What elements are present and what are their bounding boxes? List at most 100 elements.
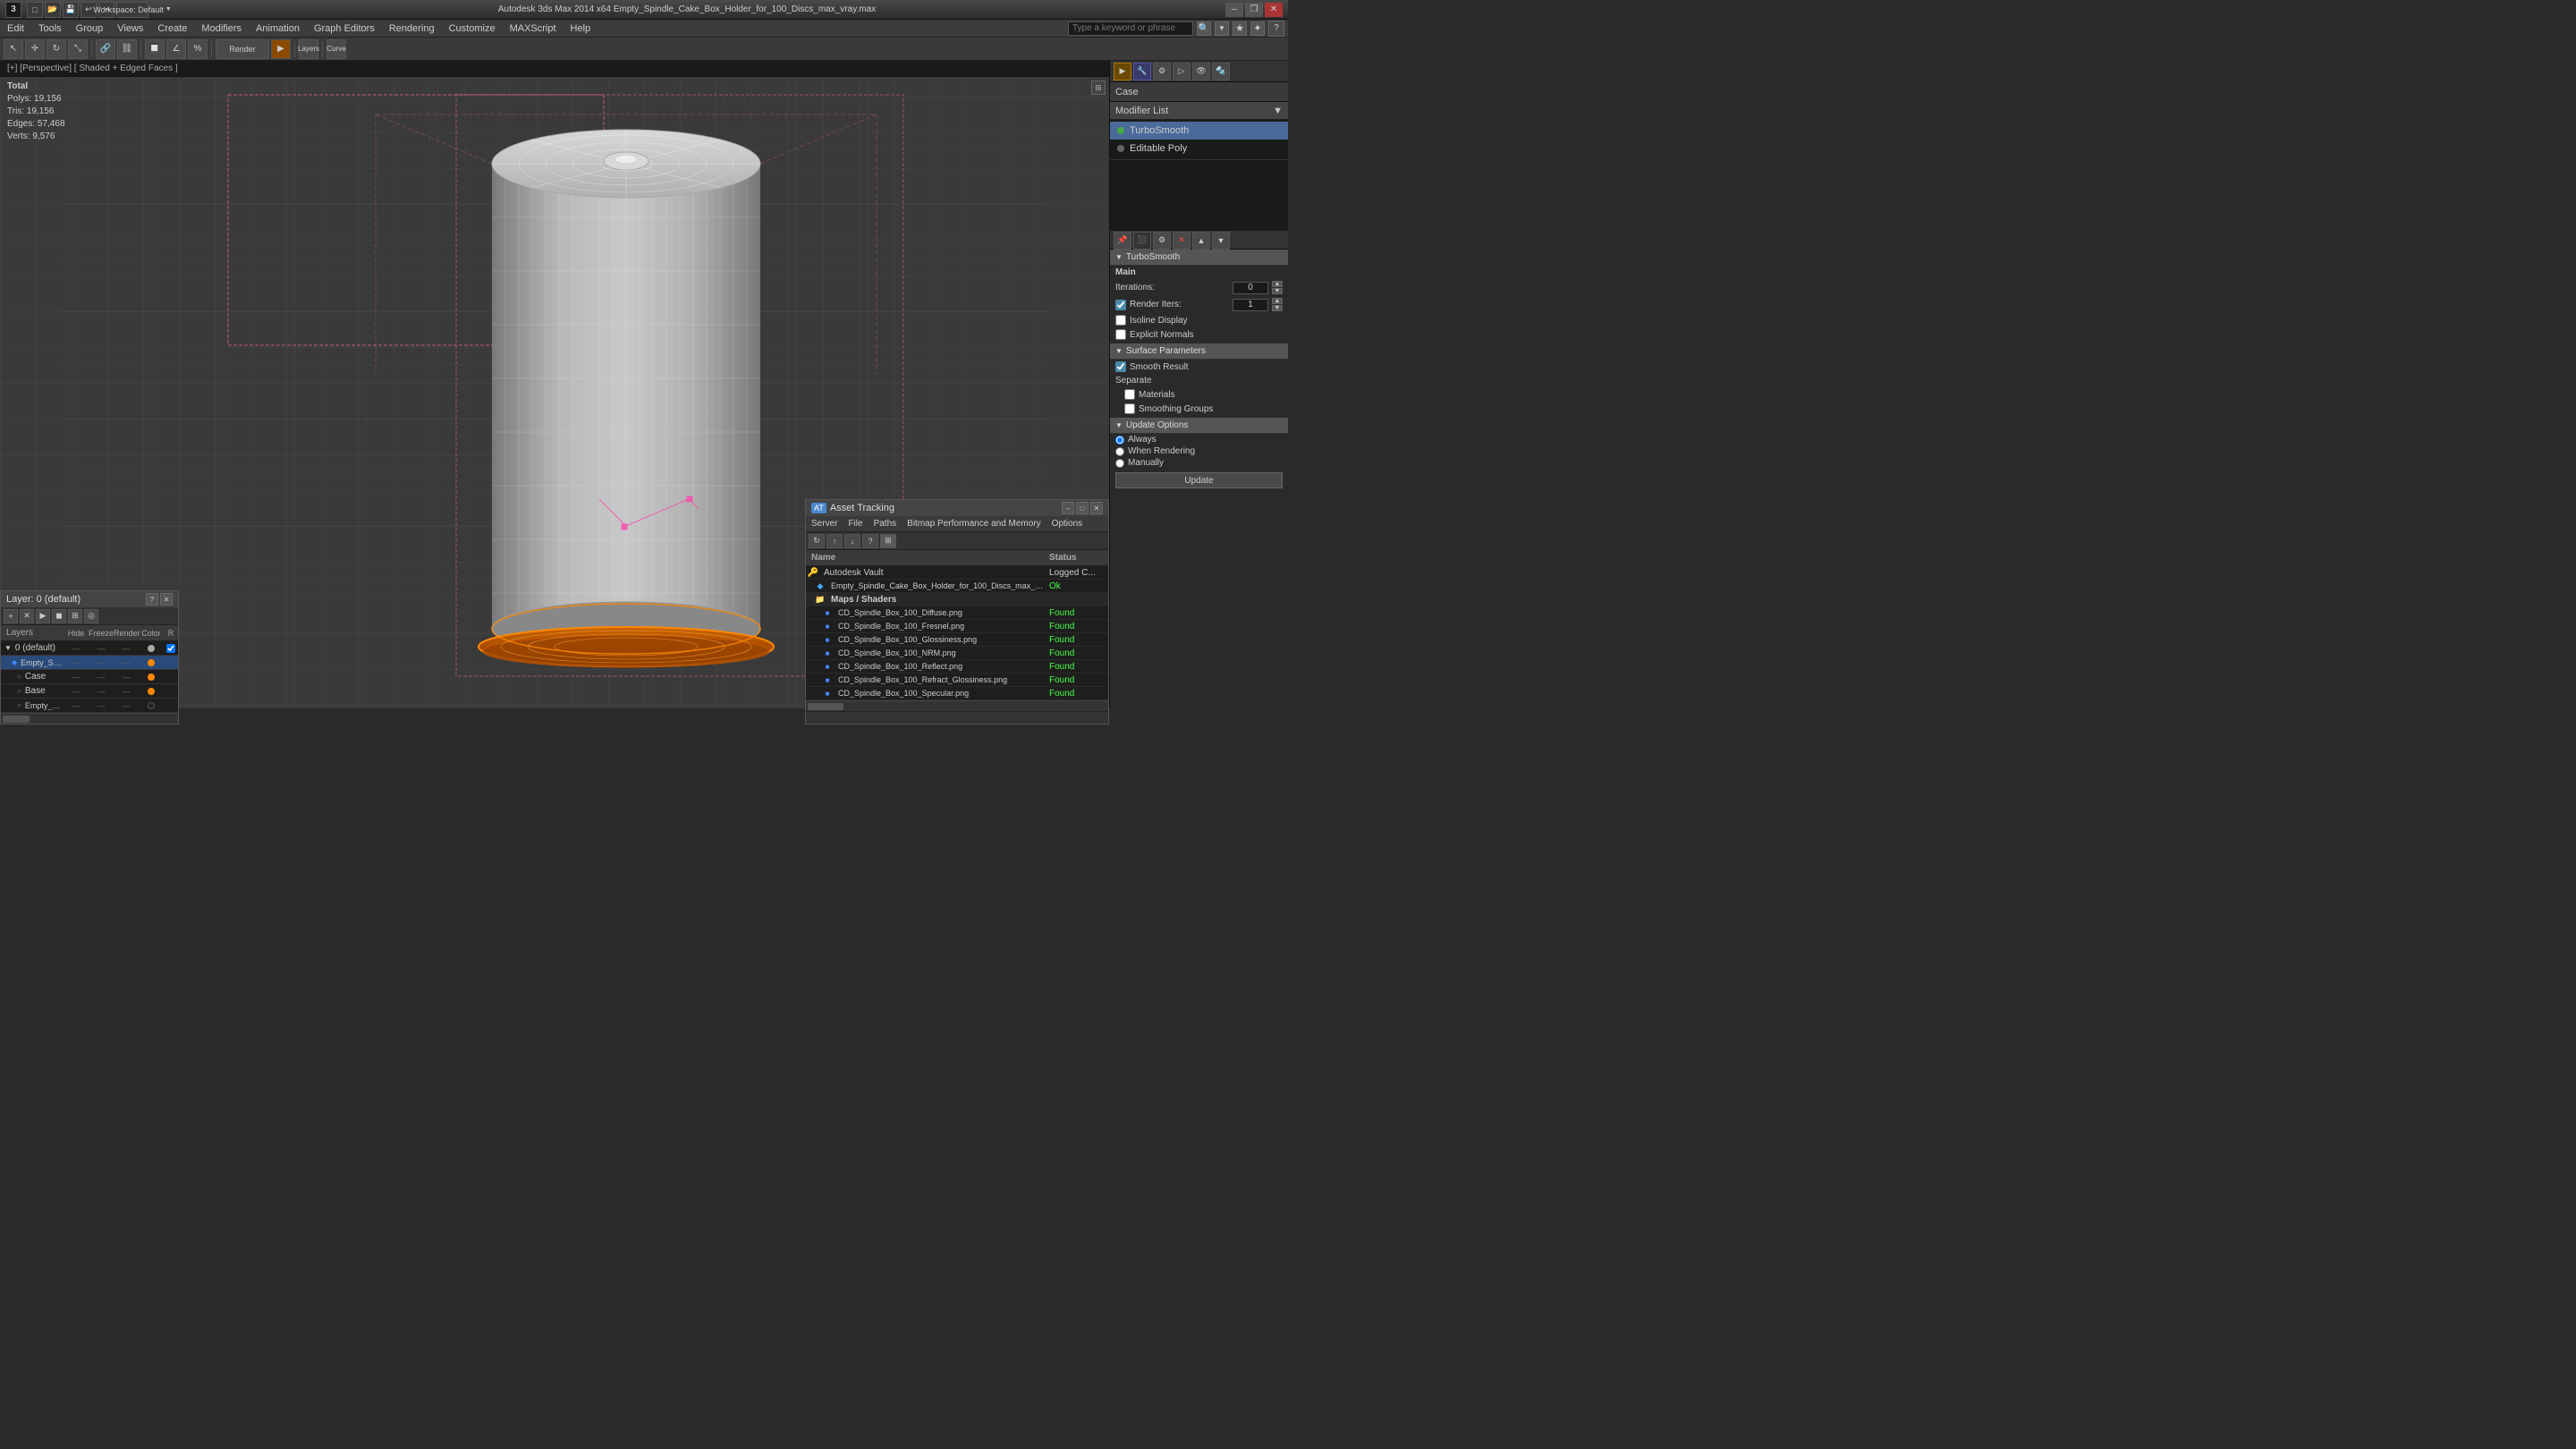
create-tab[interactable]: ▶ [1114, 63, 1131, 80]
iterations-input[interactable] [1233, 282, 1268, 294]
update-options-header[interactable]: ▼ Update Options [1110, 418, 1288, 434]
asset-row[interactable]: ■ CD_Spindle_Box_100_Specular.png Found [806, 687, 1108, 700]
menu-group[interactable]: Group [69, 20, 111, 37]
move-tool[interactable]: ✛ [25, 39, 45, 59]
asset-server-menu[interactable]: Server [806, 519, 843, 529]
update-button[interactable]: Update [1115, 472, 1283, 488]
menu-graph-editors[interactable]: Graph Editors [307, 20, 382, 37]
motion-tab[interactable]: ▷ [1173, 63, 1191, 80]
percent-snap[interactable]: % [188, 39, 208, 59]
menu-customize[interactable]: Customize [442, 20, 503, 37]
asset-row[interactable]: ■ CD_Spindle_Box_100_Diffuse.png Found [806, 606, 1108, 620]
render-scene[interactable]: Render [216, 39, 269, 59]
help-button[interactable]: ? [1268, 21, 1284, 37]
curve-editor[interactable]: Curve [326, 39, 346, 59]
layers-select-btn[interactable]: ◼ [52, 609, 66, 623]
pin-stack-btn[interactable]: 📌 [1114, 232, 1131, 250]
surface-params-header[interactable]: ▼ Surface Parameters [1110, 343, 1288, 360]
object-name-field[interactable]: Case [1110, 82, 1288, 102]
move-up-btn[interactable]: ▲ [1192, 232, 1210, 250]
layer-checkbox[interactable] [166, 644, 175, 653]
layer-row[interactable]: ○ Case — — — [1, 670, 178, 684]
asset-row[interactable]: ■ CD_Spindle_Box_100_Glossiness.png Foun… [806, 633, 1108, 647]
materials-checkbox[interactable] [1124, 389, 1135, 400]
manually-radio[interactable] [1115, 459, 1124, 468]
viewport-label[interactable]: [+] [Perspective] [ Shaded + Edged Faces… [0, 61, 1109, 77]
search-button[interactable]: 🔍 [1197, 21, 1211, 36]
iterations-down[interactable]: ▼ [1272, 288, 1283, 294]
scale-tool[interactable]: ⤡ [68, 39, 88, 59]
asset-row[interactable]: 📁 Maps / Shaders [806, 593, 1108, 606]
close-button[interactable]: ✕ [1265, 3, 1283, 17]
remove-modifier-btn[interactable]: ✕ [1173, 232, 1191, 250]
layers-add-to-btn[interactable]: ▶ [36, 609, 50, 623]
asset-scrollbar-horizontal[interactable] [806, 700, 1108, 711]
explicit-normals-checkbox[interactable] [1115, 329, 1126, 340]
asset-row[interactable]: ◆ Empty_Spindle_Cake_Box_Holder_for_100_… [806, 580, 1108, 593]
link-tool[interactable]: 🔗 [96, 39, 115, 59]
layers-new-btn[interactable]: + [4, 609, 18, 623]
layers-current-btn[interactable]: ◎ [84, 609, 98, 623]
asset-refresh-btn[interactable]: ↻ [809, 534, 825, 548]
asset-paths-menu[interactable]: Paths [869, 519, 902, 529]
asset-check-out-btn[interactable]: ↓ [844, 534, 860, 548]
save-btn[interactable]: 💾 [63, 2, 79, 18]
asset-minimize-button[interactable]: – [1062, 502, 1074, 514]
display-tab[interactable]: 👁 [1192, 63, 1210, 80]
move-down-btn[interactable]: ▼ [1212, 232, 1230, 250]
asset-restore-button[interactable]: □ [1076, 502, 1089, 514]
menu-modifiers[interactable]: Modifiers [194, 20, 249, 37]
when-rendering-radio[interactable] [1115, 447, 1124, 456]
menu-rendering[interactable]: Rendering [382, 20, 442, 37]
rotate-tool[interactable]: ↻ [47, 39, 66, 59]
maximize-viewport-btn[interactable]: ⊞ [1091, 80, 1106, 95]
menu-tools[interactable]: Tools [31, 20, 69, 37]
asset-row[interactable]: ■ CD_Spindle_Box_100_Fresnel.png Found [806, 620, 1108, 633]
modifier-editable-poly[interactable]: Editable Poly [1110, 140, 1288, 157]
menu-help[interactable]: Help [564, 20, 598, 37]
hierarchy-tab[interactable]: ⚙ [1153, 63, 1171, 80]
modifier-list-dropdown[interactable]: ▼ [1273, 106, 1283, 116]
smoothing-groups-checkbox[interactable] [1124, 403, 1135, 414]
quick-render[interactable]: ▶ [271, 39, 291, 59]
utilities-tab[interactable]: 🔩 [1212, 63, 1230, 80]
asset-bitmap-menu[interactable]: Bitmap Performance and Memory [902, 519, 1046, 529]
render-iters-input[interactable] [1233, 299, 1268, 311]
asset-options-menu[interactable]: Options [1046, 519, 1088, 529]
new-btn[interactable]: □ [27, 2, 43, 18]
restore-button[interactable]: ❐ [1245, 3, 1263, 17]
isoline-checkbox[interactable] [1115, 315, 1126, 326]
modifier-turbosmoooth[interactable]: TurboSmooth [1110, 122, 1288, 140]
render-iters-up[interactable]: ▲ [1272, 298, 1283, 304]
layers-merge-btn[interactable]: ⊞ [68, 609, 82, 623]
active-color-btn[interactable]: ⬛ [1133, 232, 1151, 250]
iterations-up[interactable]: ▲ [1272, 281, 1283, 287]
search-option1[interactable]: ▼ [1215, 21, 1229, 36]
layers-help-button[interactable]: ? [146, 593, 158, 606]
layer-mgr[interactable]: Layers [299, 39, 318, 59]
asset-file-menu[interactable]: File [843, 519, 868, 529]
layers-scrollbar-h[interactable] [1, 713, 178, 724]
layers-close-button[interactable]: ✕ [160, 593, 173, 606]
modify-tab[interactable]: 🔧 [1133, 63, 1151, 80]
asset-close-button[interactable]: ✕ [1090, 502, 1103, 514]
search-input[interactable] [1068, 21, 1193, 36]
snap-toggle[interactable]: 🔲 [145, 39, 165, 59]
render-iters-down[interactable]: ▼ [1272, 305, 1283, 311]
angle-snap[interactable]: ∠ [166, 39, 186, 59]
always-radio[interactable] [1115, 436, 1124, 445]
render-iters-checkbox[interactable] [1115, 300, 1126, 310]
unlink-tool[interactable]: ⛓ [117, 39, 137, 59]
menu-edit[interactable]: Edit [0, 20, 31, 37]
menu-create[interactable]: Create [150, 20, 194, 37]
layer-row[interactable]: ▼ 0 (default) — — — [1, 641, 178, 656]
open-btn[interactable]: 📂 [45, 2, 61, 18]
render-btn[interactable]: Workspace: Default ▼ [116, 2, 148, 18]
menu-maxscript[interactable]: MAXScript [503, 20, 564, 37]
layer-row[interactable]: ○ Empty_Spindle_Cake_Box_Holder_for_100_… [1, 699, 178, 713]
menu-animation[interactable]: Animation [249, 20, 307, 37]
layers-delete-btn[interactable]: ✕ [20, 609, 34, 623]
turbosmooth-section-header[interactable]: ▼ TurboSmooth [1110, 250, 1288, 266]
layer-row[interactable]: ◆ Empty_Spindle_Cake_Box_Holder_for_100_… [1, 656, 178, 670]
asset-row[interactable]: 🔑 Autodesk Vault Logged C... [806, 566, 1108, 580]
